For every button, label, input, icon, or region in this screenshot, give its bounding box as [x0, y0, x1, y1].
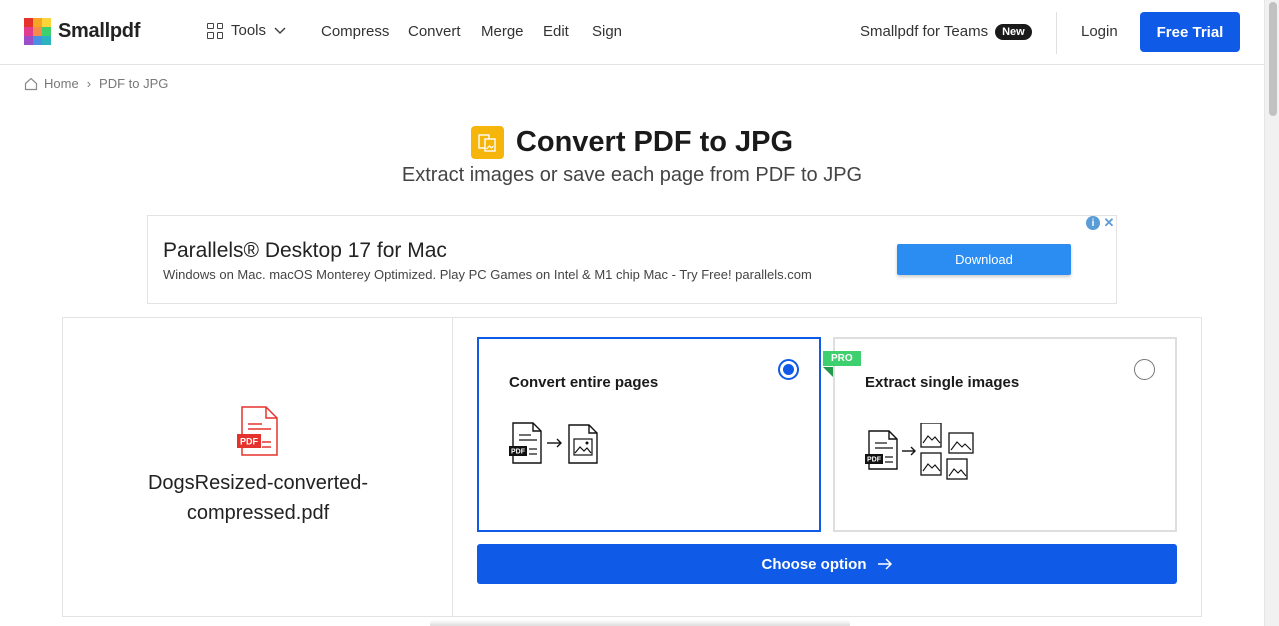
- tools-label: Tools: [231, 22, 267, 39]
- extract-images-illustration: PDF: [865, 423, 974, 480]
- breadcrumb-home[interactable]: Home: [44, 76, 79, 91]
- scrollbar-thumb[interactable]: [1269, 2, 1277, 116]
- new-badge: New: [995, 23, 1032, 40]
- option-single-images-label: Extract single images: [865, 374, 1020, 391]
- option-entire-pages-label: Convert entire pages: [509, 374, 659, 391]
- ad-banner[interactable]: Parallels® Desktop 17 for Mac Windows on…: [147, 215, 1117, 304]
- svg-text:PDF: PDF: [867, 457, 882, 464]
- nav-sign[interactable]: Sign: [592, 23, 622, 40]
- breadcrumb-separator: ›: [86, 76, 92, 91]
- page-heading: Convert PDF to JPG: [0, 126, 1264, 159]
- breadcrumb-current: PDF to JPG: [99, 76, 169, 91]
- teams-link[interactable]: Smallpdf for Teams New: [860, 23, 1032, 40]
- choose-option-button[interactable]: Choose option: [477, 544, 1177, 584]
- file-name-line-1: DogsResized-converted-: [147, 472, 369, 494]
- tools-menu[interactable]: Tools: [207, 22, 286, 39]
- ad-text: Windows on Mac. macOS Monterey Optimized…: [163, 267, 812, 282]
- ad-download-button[interactable]: Download: [897, 244, 1071, 275]
- conversion-panel: PDF DogsResized-converted- compressed.pd…: [62, 317, 1202, 617]
- logo-text: Smallpdf: [58, 20, 141, 42]
- chevron-down-icon: [274, 26, 286, 34]
- file-name: DogsResized-converted- compressed.pdf: [63, 468, 453, 528]
- pro-badge: PRO: [823, 351, 861, 366]
- file-name-line-2: compressed.pdf: [186, 502, 330, 524]
- option-extract-single-images[interactable]: PRO Extract single images PDF: [823, 337, 1177, 532]
- nav-compress[interactable]: Compress: [321, 23, 389, 40]
- breadcrumb: Home › PDF to JPG: [24, 76, 168, 91]
- pdf-file-icon: PDF: [237, 406, 278, 456]
- file-preview: PDF DogsResized-converted- compressed.pd…: [63, 318, 453, 616]
- header-divider: [1056, 12, 1057, 54]
- grid-icon: [207, 22, 223, 39]
- top-header: Smallpdf Tools Compress Convert Merge Ed…: [0, 0, 1264, 65]
- pro-badge-fold: [823, 367, 833, 377]
- nav-convert[interactable]: Convert: [408, 23, 461, 40]
- page-subtitle: Extract images or save each page from PD…: [401, 164, 863, 186]
- login-link[interactable]: Login: [1081, 23, 1118, 40]
- svg-text:PDF: PDF: [511, 449, 526, 456]
- page-scrollbar[interactable]: [1264, 0, 1279, 626]
- option-convert-entire-pages[interactable]: Convert entire pages PDF: [477, 337, 821, 532]
- convert-pages-illustration: PDF: [509, 422, 598, 464]
- teams-label: Smallpdf for Teams: [860, 23, 989, 40]
- free-trial-button[interactable]: Free Trial: [1140, 12, 1240, 52]
- ad-controls: i ✕: [1086, 215, 1116, 230]
- home-icon: [24, 77, 38, 90]
- ad-title[interactable]: Parallels® Desktop 17 for Mac: [163, 239, 447, 263]
- smallpdf-logo[interactable]: Smallpdf: [24, 18, 140, 45]
- ad-close-icon[interactable]: ✕: [1102, 215, 1116, 230]
- arrow-right-icon: [877, 558, 892, 570]
- radio-entire-pages[interactable]: [778, 359, 799, 380]
- ad-info-icon[interactable]: i: [1086, 216, 1100, 230]
- choose-option-label: Choose option: [761, 555, 867, 573]
- pdf-badge: PDF: [240, 437, 259, 447]
- pdf-to-jpg-icon: [470, 126, 504, 159]
- logo-mark-icon: [24, 18, 51, 45]
- bottom-toolbar-edge: [430, 620, 850, 626]
- radio-single-images[interactable]: [1134, 359, 1155, 380]
- nav-edit[interactable]: Edit: [543, 23, 569, 40]
- nav-merge[interactable]: Merge: [481, 23, 524, 40]
- page-title: Convert PDF to JPG: [515, 126, 794, 158]
